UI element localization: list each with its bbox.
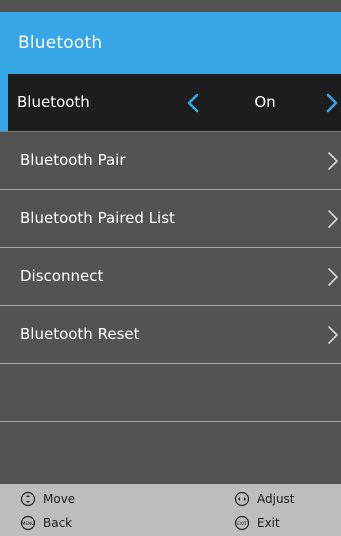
back-label: Back <box>43 516 73 530</box>
page-title: Bluetooth <box>18 33 103 53</box>
menu-item-bluetooth[interactable]: Bluetooth On <box>0 74 341 132</box>
adjust-icon <box>234 491 250 507</box>
bluetooth-status-value: On <box>254 93 276 111</box>
menu-item-label: Disconnect <box>20 267 104 285</box>
chevron-right-icon <box>328 152 338 170</box>
menu-item-bluetooth-paired-list[interactable]: Bluetooth Paired List <box>0 190 341 248</box>
move-icon <box>20 491 36 507</box>
panel-header: Bluetooth <box>0 12 341 74</box>
exit-label: Exit <box>257 516 280 530</box>
menu-item-label: Bluetooth Reset <box>20 325 140 343</box>
svg-text:MENU: MENU <box>22 521 34 526</box>
exit-hint: EXIT Exit <box>234 515 280 531</box>
exit-button-icon: EXIT <box>234 515 250 531</box>
menu-item-bluetooth-pair[interactable]: Bluetooth Pair <box>0 132 341 190</box>
back-hint: MENU Back <box>20 515 72 531</box>
adjust-hint: Adjust <box>234 491 295 507</box>
menu-item-label: Bluetooth Pair <box>20 151 126 169</box>
key-hints-footer: Move Adjust MENU Back EXIT Exit <box>0 484 341 536</box>
menu-item-bluetooth-reset[interactable]: Bluetooth Reset <box>0 306 341 364</box>
chevron-left-icon[interactable] <box>185 93 201 113</box>
menu-item-label: Bluetooth <box>17 93 90 111</box>
move-hint: Move <box>20 491 75 507</box>
chevron-right-icon <box>328 326 338 344</box>
empty-menu-row <box>0 364 341 422</box>
bluetooth-settings-panel: Bluetooth Bluetooth On Bluetooth Pair Bl… <box>0 0 341 536</box>
chevron-right-icon <box>328 268 338 286</box>
menu-button-icon: MENU <box>20 515 36 531</box>
move-label: Move <box>43 492 76 506</box>
adjust-label: Adjust <box>257 492 295 506</box>
chevron-right-icon <box>328 210 338 228</box>
svg-text:EXIT: EXIT <box>237 521 247 527</box>
empty-menu-row <box>0 422 341 484</box>
chevron-right-icon[interactable] <box>324 93 340 113</box>
selection-indicator <box>0 74 8 131</box>
settings-menu: Bluetooth On Bluetooth Pair Bluetooth Pa… <box>0 74 341 484</box>
menu-item-label: Bluetooth Paired List <box>20 209 175 227</box>
menu-item-disconnect[interactable]: Disconnect <box>0 248 341 306</box>
